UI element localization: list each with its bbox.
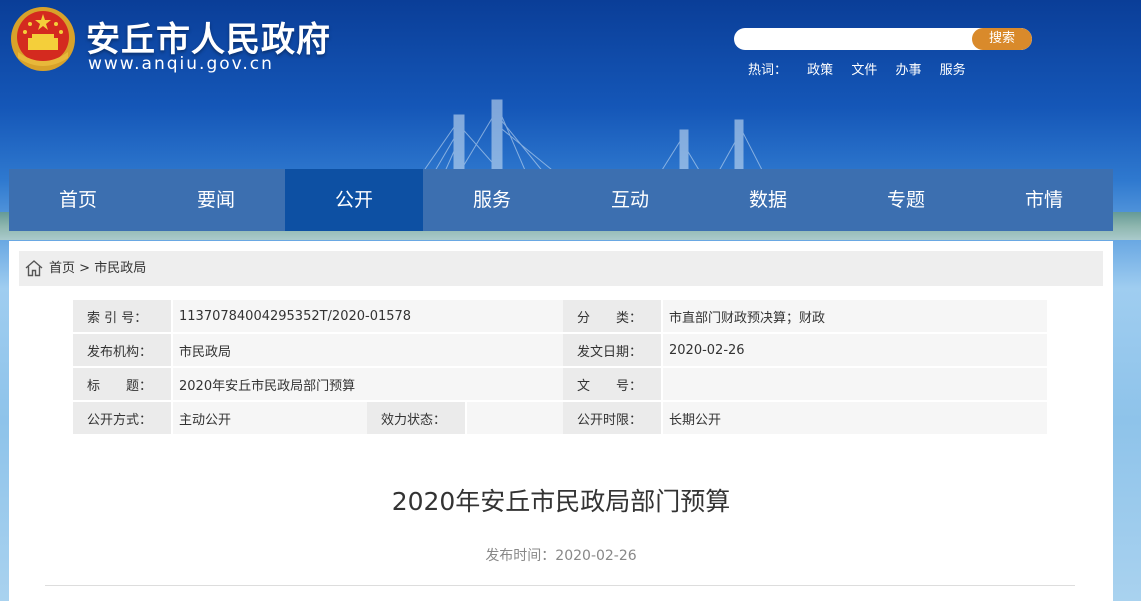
breadcrumb-current[interactable]: 市民政局 xyxy=(94,261,146,276)
publisher-value: 市民政局 xyxy=(171,334,563,366)
document-info-table: 索 引 号： 11370784004295352T/2020-01578 分 类… xyxy=(73,298,1047,436)
content-panel: 首页 > 市民政局 索 引 号： 11370784004295352T/2020… xyxy=(9,241,1113,601)
publish-date: 发布时间：2020-02-26 xyxy=(485,548,637,564)
hotwords-label: 热词： xyxy=(748,63,788,78)
nav-item-disclosure[interactable]: 公开 xyxy=(285,169,423,231)
date-value: 2020-02-26 xyxy=(661,334,1047,366)
nav-item-services[interactable]: 服务 xyxy=(423,169,561,231)
hotword-link[interactable]: 服务 xyxy=(940,63,966,78)
docno-label: 文 号： xyxy=(563,368,661,400)
divider xyxy=(45,585,1075,586)
breadcrumb: 首页 > 市民政局 xyxy=(19,251,1103,286)
term-value: 长期公开 xyxy=(661,402,1047,434)
index-value: 11370784004295352T/2020-01578 xyxy=(171,300,563,332)
national-emblem-icon xyxy=(11,7,75,71)
home-icon xyxy=(25,260,43,277)
title-value: 2020年安丘市民政局部门预算 xyxy=(171,368,563,400)
table-row: 标 题： 2020年安丘市民政局部门预算 文 号： xyxy=(73,368,1047,400)
search-input[interactable] xyxy=(734,28,974,50)
openmode-label: 公开方式： xyxy=(73,402,171,434)
main-nav: 首页 要闻 公开 服务 互动 数据 专题 市情 xyxy=(9,169,1113,231)
article-title: 2020年安丘市民政局部门预算 xyxy=(391,487,731,516)
nav-item-city-info[interactable]: 市情 xyxy=(975,169,1113,231)
search-box: 搜索 xyxy=(734,28,1032,50)
table-row: 发布机构： 市民政局 发文日期： 2020-02-26 xyxy=(73,334,1047,366)
validity-value xyxy=(465,402,563,434)
hotword-link[interactable]: 办事 xyxy=(895,63,921,78)
docno-value xyxy=(661,368,1047,400)
table-row: 索 引 号： 11370784004295352T/2020-01578 分 类… xyxy=(73,300,1047,332)
nav-item-data[interactable]: 数据 xyxy=(699,169,837,231)
search-button[interactable]: 搜索 xyxy=(972,28,1032,50)
openmode-value: 主动公开 xyxy=(171,402,367,434)
site-url[interactable]: www.anqiu.gov.cn xyxy=(88,54,274,74)
title-label: 标 题： xyxy=(73,368,171,400)
hotwords-bar: 热词： 政策 文件 办事 服务 xyxy=(748,59,980,78)
nav-item-topics[interactable]: 专题 xyxy=(837,169,975,231)
breadcrumb-home[interactable]: 首页 xyxy=(49,261,75,276)
nav-item-home[interactable]: 首页 xyxy=(9,169,147,231)
hotword-link[interactable]: 政策 xyxy=(807,63,833,78)
nav-item-interaction[interactable]: 互动 xyxy=(561,169,699,231)
category-label: 分 类： xyxy=(563,300,661,332)
breadcrumb-separator: > xyxy=(79,261,91,276)
nav-item-news[interactable]: 要闻 xyxy=(147,169,285,231)
index-label: 索 引 号： xyxy=(73,300,171,332)
date-label: 发文日期： xyxy=(563,334,661,366)
publisher-label: 发布机构： xyxy=(73,334,171,366)
hotword-link[interactable]: 文件 xyxy=(851,63,877,78)
validity-label: 效力状态： xyxy=(367,402,465,434)
table-row: 公开方式： 主动公开 效力状态： 公开时限： 长期公开 xyxy=(73,402,1047,434)
term-label: 公开时限： xyxy=(563,402,661,434)
category-value: 市直部门财政预决算；财政 xyxy=(661,300,1047,332)
